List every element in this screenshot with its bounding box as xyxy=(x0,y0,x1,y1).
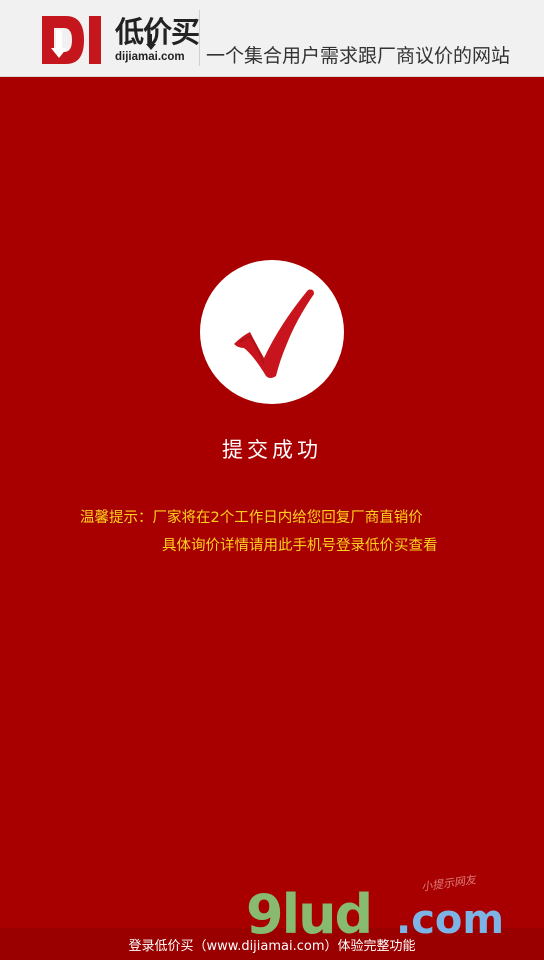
submit-success-title: 提交成功 xyxy=(222,438,322,462)
login-full-feature-link[interactable]: 登录低价买（www.dijiamai.com）体验完整功能 xyxy=(0,935,544,954)
tip-text-line-2: 具体询价详情请用此手机号登录低价买查看 xyxy=(162,538,438,554)
checkmark-icon xyxy=(234,289,314,378)
app-header: 低价买 dijiamai.com 一个集合用户需求跟厂商议价的网站 xyxy=(0,0,544,77)
tip-text-line-1: 温馨提示：厂家将在2个工作日内给您回复厂商直销价 xyxy=(80,510,423,526)
success-badge xyxy=(200,260,344,404)
site-tagline: 一个集合用户需求跟厂商议价的网站 xyxy=(206,45,511,67)
logo-down-arrow-icon xyxy=(146,34,156,50)
logo-url: dijiamai.com xyxy=(115,51,185,63)
footer-bar[interactable]: 登录低价买（www.dijiamai.com）体验完整功能 xyxy=(0,928,544,960)
dijiamai-logo-icon xyxy=(42,16,101,64)
watermark-tagline: 小提示网友 xyxy=(420,873,477,894)
header-divider xyxy=(199,10,200,66)
